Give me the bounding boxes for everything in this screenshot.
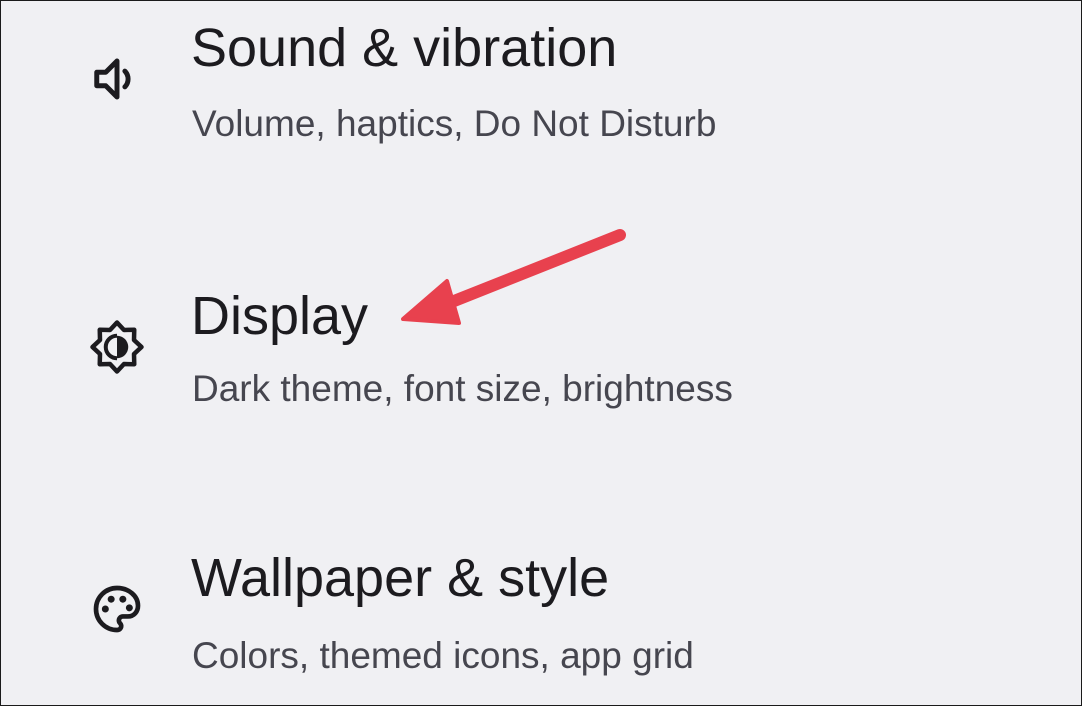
settings-item-wallpaper-style[interactable]: Wallpaper & style Colors, themed icons, …: [1, 531, 1081, 705]
volume-icon: [87, 49, 147, 109]
settings-item-title: Display: [191, 286, 369, 346]
settings-item-subtitle: Dark theme, font size, brightness: [192, 368, 733, 409]
palette-icon: [87, 579, 147, 639]
settings-item-title: Wallpaper & style: [191, 548, 610, 608]
settings-item-subtitle: Colors, themed icons, app grid: [192, 635, 694, 676]
settings-screen: Sound & vibration Volume, haptics, Do No…: [0, 0, 1082, 706]
settings-item-sound-vibration[interactable]: Sound & vibration Volume, haptics, Do No…: [1, 1, 1081, 181]
settings-item-display[interactable]: Display Dark theme, font size, brightnes…: [1, 263, 1081, 443]
settings-item-subtitle: Volume, haptics, Do Not Disturb: [192, 103, 717, 144]
settings-item-title: Sound & vibration: [191, 18, 618, 78]
brightness-icon: [87, 317, 147, 377]
